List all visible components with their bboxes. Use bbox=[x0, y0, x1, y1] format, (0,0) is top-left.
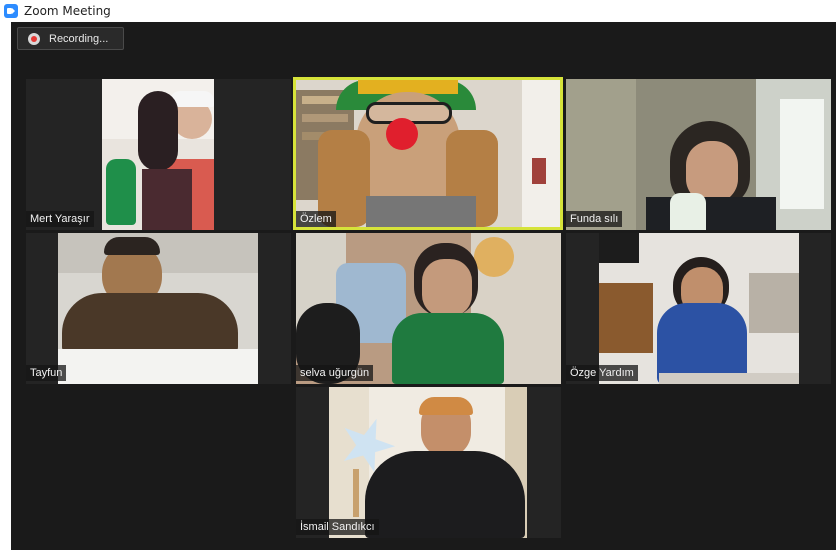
participant-tile[interactable]: Tayfun bbox=[26, 233, 291, 384]
participant-name: Mert Yaraşır bbox=[26, 211, 94, 227]
zoom-app-icon bbox=[4, 4, 18, 18]
participant-name: selva uğurgün bbox=[296, 365, 374, 381]
participant-video bbox=[566, 79, 831, 230]
participant-video bbox=[58, 233, 258, 384]
participant-name: Funda sılı bbox=[566, 211, 623, 227]
window-title: Zoom Meeting bbox=[24, 4, 111, 18]
participant-name: Tayfun bbox=[26, 365, 67, 381]
window-titlebar: Zoom Meeting bbox=[0, 0, 836, 22]
participant-name: Özlem bbox=[296, 211, 336, 227]
participant-tile[interactable]: selva uğurgün bbox=[296, 233, 561, 384]
participant-video bbox=[296, 233, 561, 384]
participant-name: İsmail Sandıkcı bbox=[296, 519, 379, 535]
recording-label: Recording... bbox=[49, 32, 109, 45]
record-icon bbox=[28, 32, 40, 45]
recording-indicator[interactable]: Recording... bbox=[17, 27, 124, 50]
participant-tile[interactable]: Mert Yaraşır bbox=[26, 79, 291, 230]
participant-tile[interactable]: Özge Yardım bbox=[566, 233, 831, 384]
participant-video bbox=[599, 233, 799, 384]
participant-tile[interactable]: Funda sılı bbox=[566, 79, 831, 230]
participant-video bbox=[329, 387, 527, 538]
participant-video bbox=[102, 79, 214, 230]
participant-video bbox=[296, 80, 560, 227]
participant-tile-active-speaker[interactable]: Özlem bbox=[293, 77, 563, 230]
participant-tile[interactable]: İsmail Sandıkcı bbox=[296, 387, 561, 538]
participant-name: Özge Yardım bbox=[566, 365, 638, 381]
